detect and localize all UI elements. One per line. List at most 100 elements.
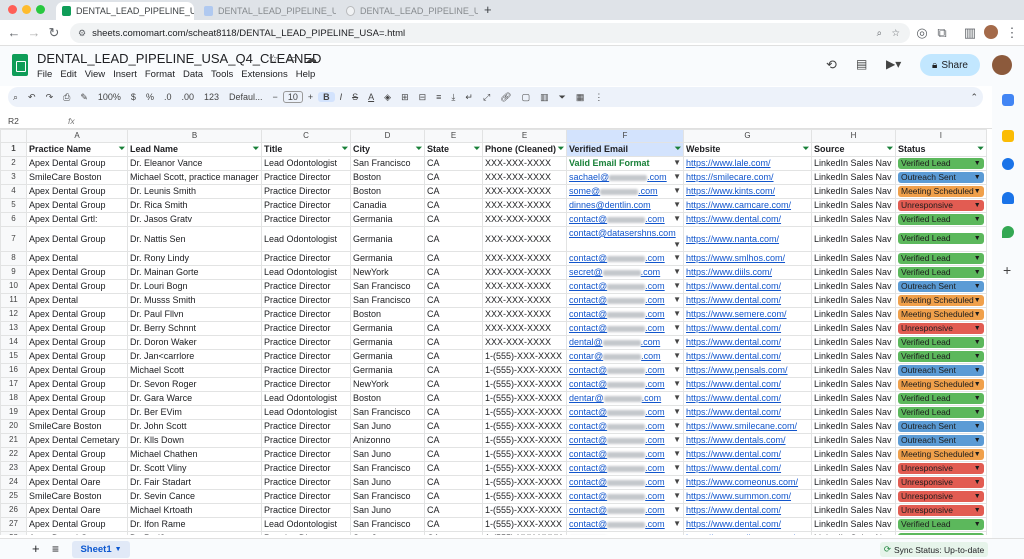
chevron-down-icon[interactable]: ▼ bbox=[673, 378, 681, 390]
website-link[interactable]: https://www.dental.com/ bbox=[686, 407, 781, 417]
fill-color-icon[interactable]: ◈ bbox=[379, 92, 396, 103]
chevron-down-icon[interactable]: ▼ bbox=[673, 490, 681, 502]
status-badge[interactable]: Meeting Scheduled ▼ bbox=[898, 294, 984, 306]
cell[interactable]: Practice Director bbox=[261, 432, 351, 448]
cell[interactable]: Dr. Klls Down bbox=[127, 432, 262, 448]
column-letter-d[interactable]: D bbox=[350, 129, 425, 144]
website-link[interactable]: https://www.dental.com/ bbox=[686, 281, 781, 291]
borders-icon[interactable]: ⊞ bbox=[396, 92, 414, 103]
tune-icon[interactable]: ⚙ bbox=[78, 28, 86, 39]
cell[interactable]: 1-(555)-XXX-XXXX bbox=[482, 362, 567, 378]
row-number[interactable]: 27 bbox=[0, 516, 27, 532]
cell[interactable]: Apex Dental Group bbox=[26, 446, 128, 462]
chevron-down-icon[interactable]: ▼ bbox=[673, 434, 681, 446]
cell[interactable]: contact@ .com ▼ bbox=[566, 446, 684, 462]
cell[interactable]: contact@ .com ▼ bbox=[566, 306, 684, 322]
cell[interactable]: https://www.smlhos.com/ bbox=[683, 250, 812, 266]
cell[interactable]: Apex Dental Oare bbox=[26, 474, 128, 490]
status-badge[interactable]: Verified Lead ▼ bbox=[898, 213, 984, 225]
row-number[interactable]: 16 bbox=[0, 362, 27, 378]
zoom-icon[interactable]: ⌕ bbox=[877, 28, 882, 39]
website-link[interactable]: https://www.dental.com/ bbox=[686, 505, 781, 515]
cell[interactable]: CA bbox=[424, 278, 483, 294]
add-addon-icon[interactable]: + bbox=[1003, 262, 1011, 278]
sheet-tab-sheet1[interactable]: Sheet1 ▼ bbox=[72, 541, 130, 558]
cell[interactable]: Canadia bbox=[350, 197, 425, 213]
menu-data[interactable]: Data bbox=[183, 69, 203, 80]
cell[interactable]: LinkedIn Sales Nav bbox=[811, 292, 896, 308]
cell[interactable]: https://www.nanta.com/ bbox=[683, 225, 812, 252]
omnibox[interactable]: ⚙ sheets.comomart.com/scheat8118/DENTAL_… bbox=[70, 23, 910, 43]
cell[interactable]: dinnes@dentlin.com ▼ bbox=[566, 197, 684, 213]
formula-input[interactable] bbox=[84, 113, 984, 128]
cell[interactable]: contact@ .com ▼ bbox=[566, 292, 684, 308]
cell[interactable]: Verified Lead ▼ bbox=[895, 530, 987, 535]
status-badge[interactable]: Verified Lead ▼ bbox=[898, 252, 984, 264]
status-badge[interactable]: Verified Lead ▼ bbox=[898, 157, 984, 169]
filter-icon[interactable]: ⏷ bbox=[887, 144, 893, 155]
website-link[interactable]: https://www.lale.com/ bbox=[686, 158, 771, 168]
font-size-decrease[interactable]: − bbox=[268, 92, 283, 102]
cell[interactable]: San Francisco bbox=[350, 488, 425, 504]
chevron-down-icon[interactable]: ▼ bbox=[673, 157, 681, 169]
cell[interactable]: LinkedIn Sales Nav bbox=[811, 197, 896, 213]
cell[interactable]: contact@ .com ▼ bbox=[566, 516, 684, 532]
cell[interactable]: Lead Odontologist bbox=[261, 516, 351, 532]
new-tab-button[interactable]: + bbox=[484, 2, 492, 17]
cell[interactable]: dentar@ .com ▼ bbox=[566, 390, 684, 406]
cell[interactable]: Dr. Ber EVim bbox=[127, 404, 262, 420]
chevron-down-icon[interactable]: ▼ bbox=[673, 420, 681, 432]
website-link[interactable]: https://www.dental.com/ bbox=[686, 519, 781, 529]
cell[interactable]: Verified Lead ▼ bbox=[895, 264, 987, 280]
cell[interactable]: XXX-XXX-XXXX bbox=[482, 320, 567, 336]
menu-extensions[interactable]: Extensions bbox=[241, 69, 287, 80]
cell[interactable]: CA bbox=[424, 502, 483, 518]
cell[interactable]: Apex Dental Group bbox=[26, 516, 128, 532]
tasks-icon[interactable] bbox=[1002, 158, 1014, 170]
cell[interactable]: Verified Lead ▼ bbox=[895, 225, 987, 252]
all-sheets-button[interactable]: ≡ bbox=[52, 542, 59, 556]
row-number[interactable]: 4 bbox=[0, 183, 27, 199]
cell[interactable]: Apex Dental Group bbox=[26, 278, 128, 294]
cell[interactable]: Verified Lead ▼ bbox=[895, 390, 987, 406]
puzzle-icon[interactable]: ⧉ bbox=[934, 25, 950, 41]
cell[interactable]: Apex Dental Group bbox=[26, 183, 128, 199]
cell[interactable]: CA bbox=[424, 197, 483, 213]
cell[interactable]: 1-(555)-XXX-XXXX bbox=[482, 376, 567, 392]
cell[interactable]: San Francisco bbox=[350, 460, 425, 476]
cell[interactable]: LinkedIn Sales Nav bbox=[811, 432, 896, 448]
undo-icon[interactable]: ↶ bbox=[23, 92, 41, 103]
cell[interactable]: Unresponsive ▼ bbox=[895, 488, 987, 504]
cell[interactable]: 1-(555)-XXX-XXXX bbox=[482, 418, 567, 434]
cell[interactable]: LinkedIn Sales Nav bbox=[811, 446, 896, 462]
cell[interactable]: Practice Director bbox=[261, 530, 351, 535]
cloud-icon[interactable]: ☁ bbox=[306, 52, 317, 65]
cell[interactable]: Apex Dental Group bbox=[26, 155, 128, 171]
cell[interactable]: CA bbox=[424, 474, 483, 490]
row-number[interactable]: 23 bbox=[0, 460, 27, 476]
cell[interactable]: Apex Dental Group bbox=[26, 530, 128, 535]
cell[interactable]: https://www.dental.com/ bbox=[683, 390, 812, 406]
row-number[interactable]: 5 bbox=[0, 197, 27, 213]
cell[interactable]: LinkedIn Sales Nav bbox=[811, 306, 896, 322]
contacts-icon[interactable] bbox=[1002, 192, 1014, 204]
row-number[interactable]: 12 bbox=[0, 306, 27, 322]
cell[interactable]: contact@ .com ▼ bbox=[566, 211, 684, 227]
cell[interactable]: Apex Dental Group bbox=[26, 460, 128, 476]
cell[interactable]: Apex Dental Oare bbox=[26, 502, 128, 518]
cell[interactable]: Unresponsive ▼ bbox=[895, 197, 987, 213]
cell[interactable]: LinkedIn Sales Nav bbox=[811, 390, 896, 406]
font-size-input[interactable]: 10 bbox=[282, 91, 303, 103]
cell[interactable]: 1-(555)-XXX-XXXX bbox=[482, 432, 567, 448]
header-cell[interactable]: City ⏷ bbox=[350, 142, 425, 157]
cell[interactable]: Michael Krtoath bbox=[127, 502, 262, 518]
cell[interactable]: XXX-XXX-XXXX bbox=[482, 292, 567, 308]
cell[interactable]: Practice Director bbox=[261, 306, 351, 322]
cell[interactable]: Boston bbox=[350, 390, 425, 406]
cell[interactable]: Dr. Louri Bogn bbox=[127, 278, 262, 294]
cell[interactable]: https://www.dental.com/ bbox=[683, 502, 812, 518]
row-number[interactable]: 20 bbox=[0, 418, 27, 434]
cell[interactable]: LinkedIn Sales Nav bbox=[811, 502, 896, 518]
chevron-down-icon[interactable]: ▼ bbox=[673, 504, 681, 516]
cell[interactable]: Verified Lead ▼ bbox=[895, 348, 987, 364]
